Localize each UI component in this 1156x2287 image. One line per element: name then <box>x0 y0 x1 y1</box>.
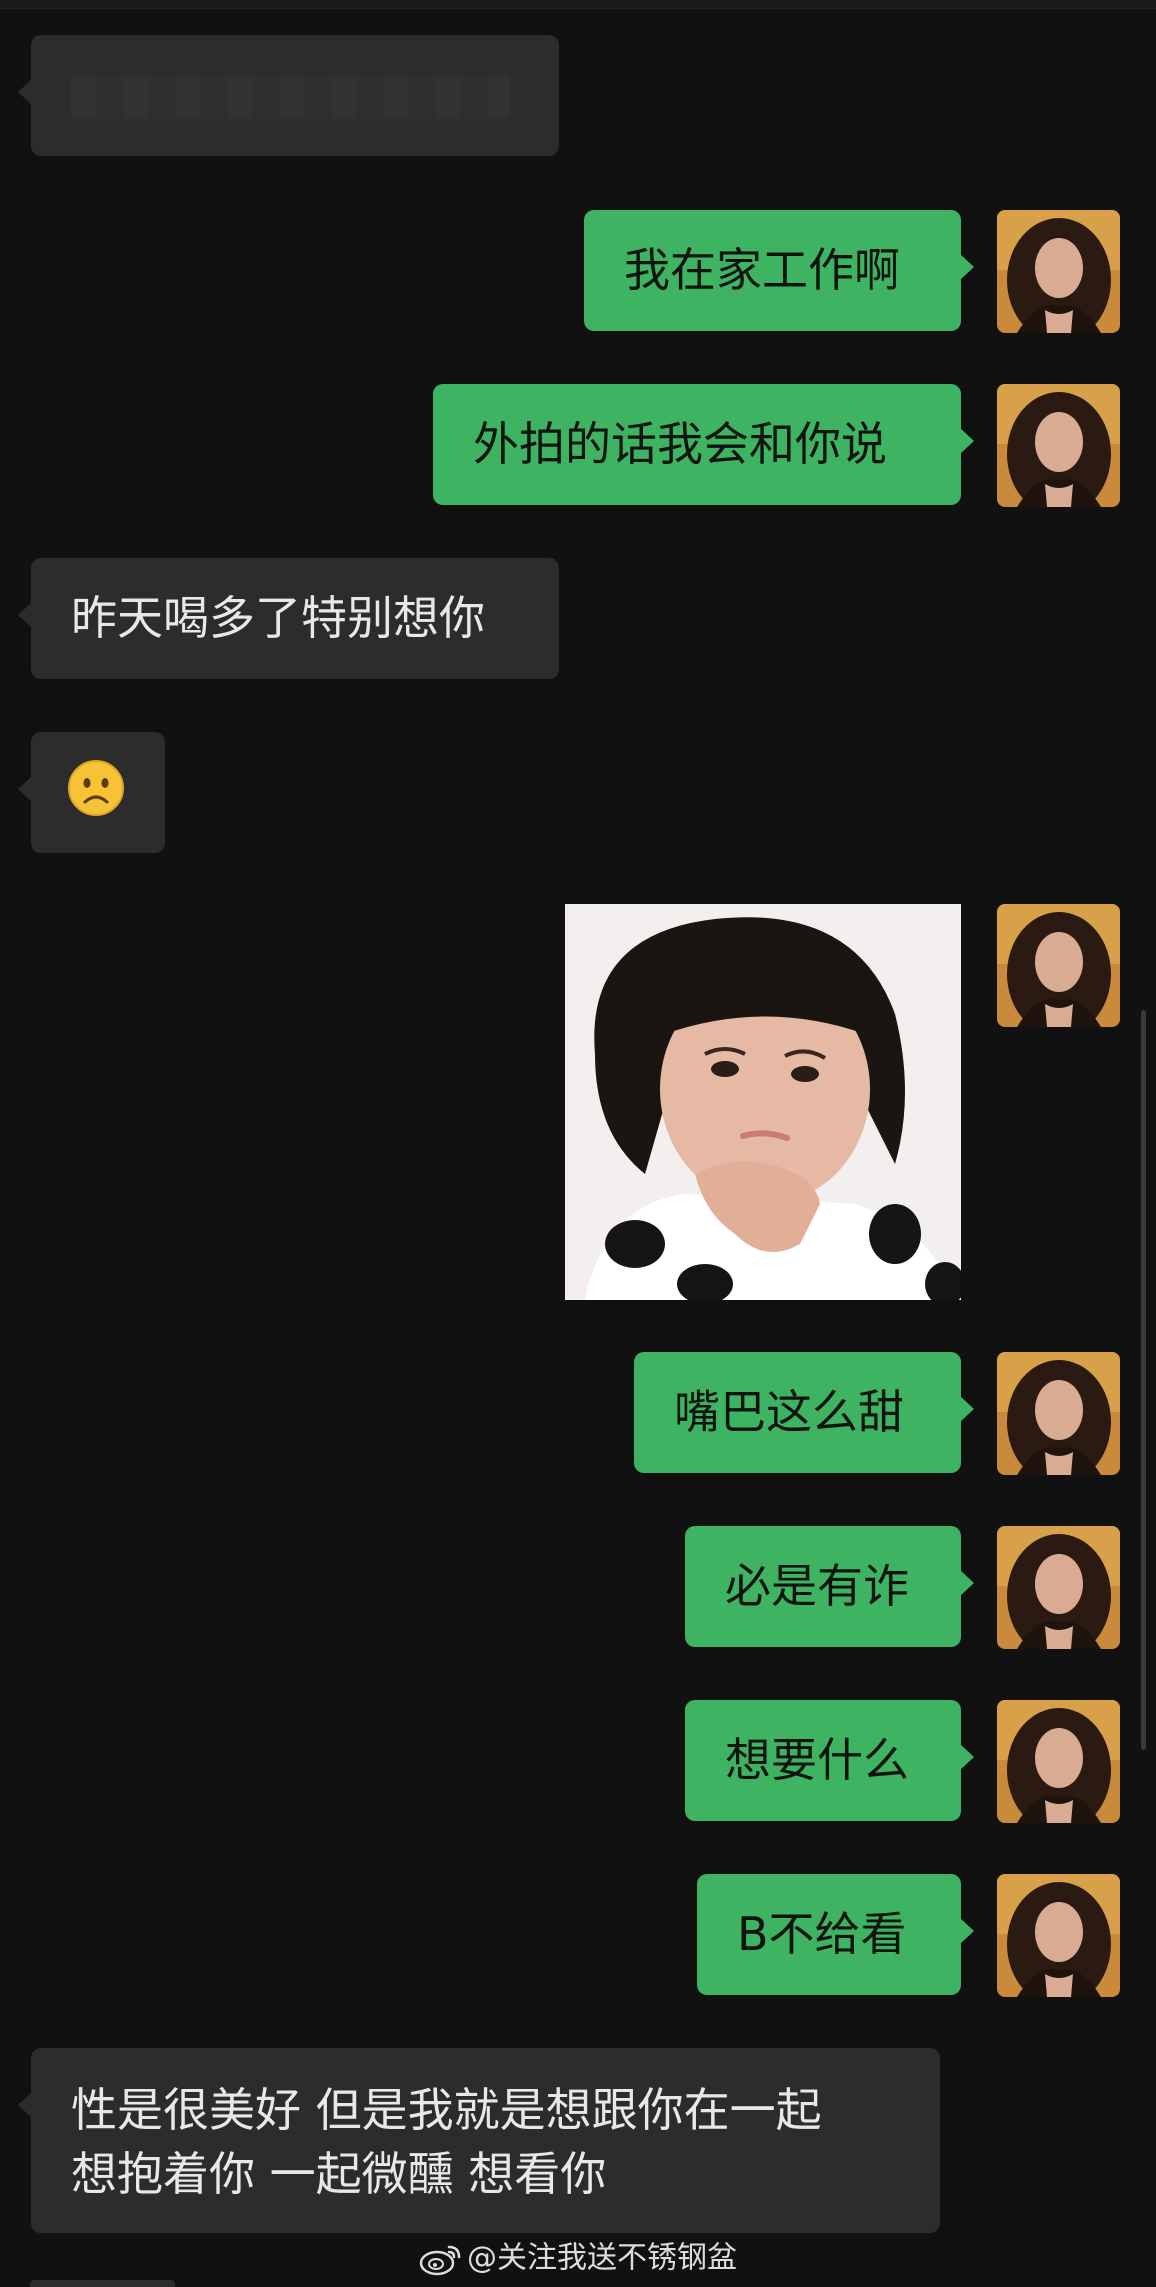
portrait-avatar-icon <box>997 1874 1120 1997</box>
message-bubble-outgoing[interactable]: 我在家工作啊 <box>584 210 974 331</box>
message-bubble-incoming-multiline[interactable]: 性是很美好 但是我就是想跟你在一起 想抱着你 一起微醺 想看你 <box>18 2048 940 2233</box>
portrait-avatar-icon <box>997 210 1120 333</box>
user-avatar[interactable] <box>997 1526 1120 1649</box>
user-avatar[interactable] <box>997 1352 1120 1475</box>
message-line: 想抱着你 一起微醺 想看你 <box>71 2147 607 2201</box>
user-avatar[interactable] <box>997 210 1120 333</box>
watermark-text: @关注我送不锈钢盆 <box>467 2240 737 2276</box>
child-thinking-sticker[interactable] <box>565 904 961 1300</box>
message-bubble-outgoing[interactable]: 想要什么 <box>685 1700 974 1821</box>
frowning-face-icon <box>68 760 124 816</box>
child-thinking-image <box>565 904 961 1300</box>
user-avatar[interactable] <box>997 1700 1120 1823</box>
message-bubble-outgoing[interactable]: B不给看 <box>697 1874 974 1995</box>
message-bubble-outgoing[interactable]: 外拍的话我会和你说 <box>433 384 974 505</box>
weibo-icon <box>419 2245 461 2275</box>
weibo-watermark: @关注我送不锈钢盆 <box>0 2236 1156 2281</box>
message-bubble-outgoing[interactable]: 必是有诈 <box>685 1526 974 1647</box>
portrait-avatar-icon <box>997 1700 1120 1823</box>
user-avatar[interactable] <box>997 384 1120 507</box>
redacted-text <box>71 75 511 119</box>
portrait-avatar-icon <box>997 1352 1120 1475</box>
top-divider <box>0 0 1156 9</box>
next-message-edge <box>30 2280 175 2287</box>
portrait-avatar-icon <box>997 904 1120 1027</box>
message-bubble-incoming-redacted[interactable] <box>18 35 559 156</box>
user-avatar[interactable] <box>997 1874 1120 1997</box>
portrait-avatar-icon <box>997 384 1120 507</box>
message-bubble-outgoing[interactable]: 嘴巴这么甜 <box>634 1352 974 1473</box>
portrait-avatar-icon <box>997 1526 1120 1649</box>
message-line: 性是很美好 但是我就是想跟你在一起 <box>71 2083 822 2137</box>
message-bubble-incoming[interactable]: 昨天喝多了特别想你 <box>18 558 559 679</box>
scrollbar[interactable] <box>1141 1010 1146 1750</box>
message-bubble-incoming-emoji[interactable] <box>18 732 165 853</box>
user-avatar[interactable] <box>997 904 1120 1027</box>
